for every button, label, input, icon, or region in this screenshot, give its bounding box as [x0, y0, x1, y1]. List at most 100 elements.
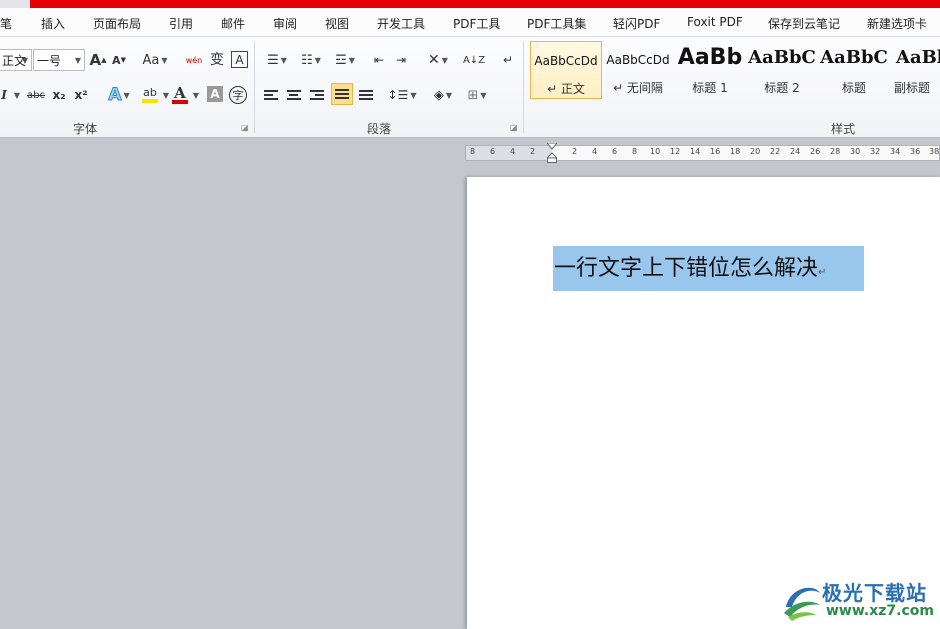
tab-view[interactable]: 视图	[325, 15, 349, 32]
decrease-indent-button[interactable]: ⇤	[370, 49, 388, 71]
line-spacing-icon: ↕☰	[387, 88, 409, 102]
justify-button[interactable]	[331, 83, 353, 105]
tab-pen[interactable]: 笔	[0, 15, 12, 32]
ruler-tick: 10	[650, 147, 661, 156]
chevron-down-icon: ▼	[480, 90, 487, 100]
character-border-button[interactable]: A	[231, 51, 248, 68]
tab-references[interactable]: 引用	[169, 15, 193, 32]
font-color-button[interactable]: A	[171, 84, 189, 106]
chinese-layout-icon: ✕	[428, 52, 440, 68]
font-name-combo[interactable]: 正文 ▼	[0, 49, 32, 71]
paragraph-group-label: 段落	[367, 122, 392, 136]
style-normal[interactable]: AaBbCcDd ↵ 正文	[530, 41, 602, 99]
strikethrough-button[interactable]: abc	[25, 84, 47, 106]
show-marks-button[interactable]: ↵	[499, 49, 517, 71]
title-accent-bar	[30, 0, 940, 8]
chevron-down-icon: ▼	[123, 90, 130, 100]
shading-button[interactable]: ◈ ▼	[428, 84, 458, 106]
font-size-combo[interactable]: 一号 ▼	[33, 49, 85, 71]
chevron-down-icon: ▼	[13, 90, 21, 100]
increase-indent-icon: ⇥	[395, 53, 407, 67]
change-case-button[interactable]: Aa ▼	[140, 49, 170, 71]
tab-page-layout[interactable]: 页面布局	[93, 15, 141, 32]
subscript-button[interactable]: x₂	[50, 84, 68, 106]
align-center-button[interactable]	[285, 84, 303, 106]
align-right-button[interactable]	[308, 84, 326, 106]
document-text: 一行文字上下错位怎么解决	[554, 256, 819, 281]
grow-font-button[interactable]: A ▲	[89, 49, 107, 71]
chevron-down-icon: ▼	[314, 55, 321, 65]
font-size-value: 一号	[37, 53, 62, 68]
style-subtitle[interactable]: AaBb 副标题	[890, 41, 940, 99]
style-title[interactable]: AaBbC 标题	[818, 41, 890, 99]
chevron-down-icon: ▼	[161, 55, 168, 65]
style-heading-2[interactable]: AaBbC 标题 2	[746, 41, 818, 99]
tab-pdf-toolset[interactable]: PDF工具集	[527, 15, 586, 32]
ruler-tick: 18	[730, 147, 741, 156]
ruler-margin-area	[466, 146, 552, 160]
font-dialog-launcher-icon[interactable]: ◪	[241, 123, 249, 132]
border-grid-icon: ⊞	[467, 87, 479, 103]
group-divider	[254, 41, 255, 133]
chinese-layout-button[interactable]: ✕ ▼	[423, 49, 453, 71]
tab-qingshan-pdf[interactable]: 轻闪PDF	[613, 15, 660, 32]
distributed-icon	[359, 88, 373, 102]
phonetic-guide-button[interactable]: 变	[206, 49, 228, 71]
font-color-dropdown[interactable]: ▼	[190, 84, 200, 106]
bullet-list-icon: ☰	[267, 52, 279, 68]
underline-dropdown[interactable]: ▼	[10, 84, 22, 106]
ruler-tick: 26	[810, 147, 821, 156]
highlight-color-bar	[142, 99, 158, 103]
tab-developer[interactable]: 开发工具	[377, 15, 425, 32]
align-left-icon	[264, 88, 278, 102]
caret-up-icon: ▲	[101, 56, 107, 64]
multilevel-list-button[interactable]: ☲ ▼	[330, 49, 360, 71]
justify-icon	[335, 87, 349, 101]
italic-button[interactable]: I	[0, 84, 10, 106]
tab-pdf-tools[interactable]: PDF工具	[453, 15, 500, 32]
group-divider	[523, 41, 524, 133]
chevron-down-icon: ▼	[162, 90, 170, 100]
pinyin-guide-button[interactable]: wén	[183, 49, 205, 71]
ruler-tick: 2	[530, 147, 536, 156]
highlight-dropdown[interactable]: ▼	[160, 84, 170, 106]
shrink-font-button[interactable]: A ▼	[110, 49, 128, 71]
tab-review[interactable]: 审阅	[273, 15, 297, 32]
bullets-button[interactable]: ☰ ▼	[262, 49, 292, 71]
borders-button[interactable]: ⊞ ▼	[462, 84, 492, 106]
tab-insert[interactable]: 插入	[41, 15, 65, 32]
style-heading-1[interactable]: AaBb 标题 1	[674, 41, 746, 99]
superscript-button[interactable]: x²	[72, 84, 90, 106]
paragraph-mark: ↵	[818, 267, 827, 278]
ruler-tick: 22	[770, 147, 781, 156]
character-shading-button[interactable]: A	[207, 86, 223, 102]
align-left-button[interactable]	[262, 84, 280, 106]
ruler-tick: 4	[592, 147, 598, 156]
tab-save-to-cloud-note[interactable]: 保存到云笔记	[768, 15, 840, 32]
aurora-logo-icon	[784, 587, 820, 621]
chevron-down-icon: ▼	[441, 55, 448, 65]
title-bar	[0, 0, 940, 8]
style-no-spacing[interactable]: AaBbCcDd ↵ 无间隔	[602, 41, 674, 99]
paragraph-dialog-launcher-icon[interactable]: ◪	[510, 123, 518, 132]
tab-foxit-pdf[interactable]: Foxit PDF	[687, 15, 743, 29]
document-page[interactable]: 一行文字上下错位怎么解决↵	[467, 177, 940, 629]
tab-mailings[interactable]: 邮件	[221, 15, 245, 32]
align-right-icon	[310, 88, 324, 102]
numbering-button[interactable]: ☷ ▼	[296, 49, 326, 71]
distributed-button[interactable]	[357, 84, 375, 106]
sort-button[interactable]: A↓Z	[463, 49, 485, 71]
ruler-tick: 4	[510, 147, 516, 156]
enclose-characters-button[interactable]: 字	[229, 86, 247, 104]
decrease-indent-icon: ⇤	[373, 53, 385, 67]
indent-marker-icon[interactable]	[547, 143, 557, 163]
increase-indent-button[interactable]: ⇥	[392, 49, 410, 71]
ruler-tick: 8	[470, 147, 476, 156]
selected-paragraph[interactable]: 一行文字上下错位怎么解决↵	[553, 246, 864, 291]
tab-new-tab[interactable]: 新建选项卡	[867, 15, 927, 32]
horizontal-ruler[interactable]: 8 6 4 2 2 2 4 6 8 10 12 14 16 18 20 22 2…	[465, 145, 940, 161]
text-effects-button[interactable]: A ▼	[104, 84, 134, 106]
font-group-label: 字体	[73, 122, 98, 136]
line-spacing-button[interactable]: ↕☰ ▼	[387, 84, 417, 106]
ruler-tick: 38	[929, 147, 940, 156]
